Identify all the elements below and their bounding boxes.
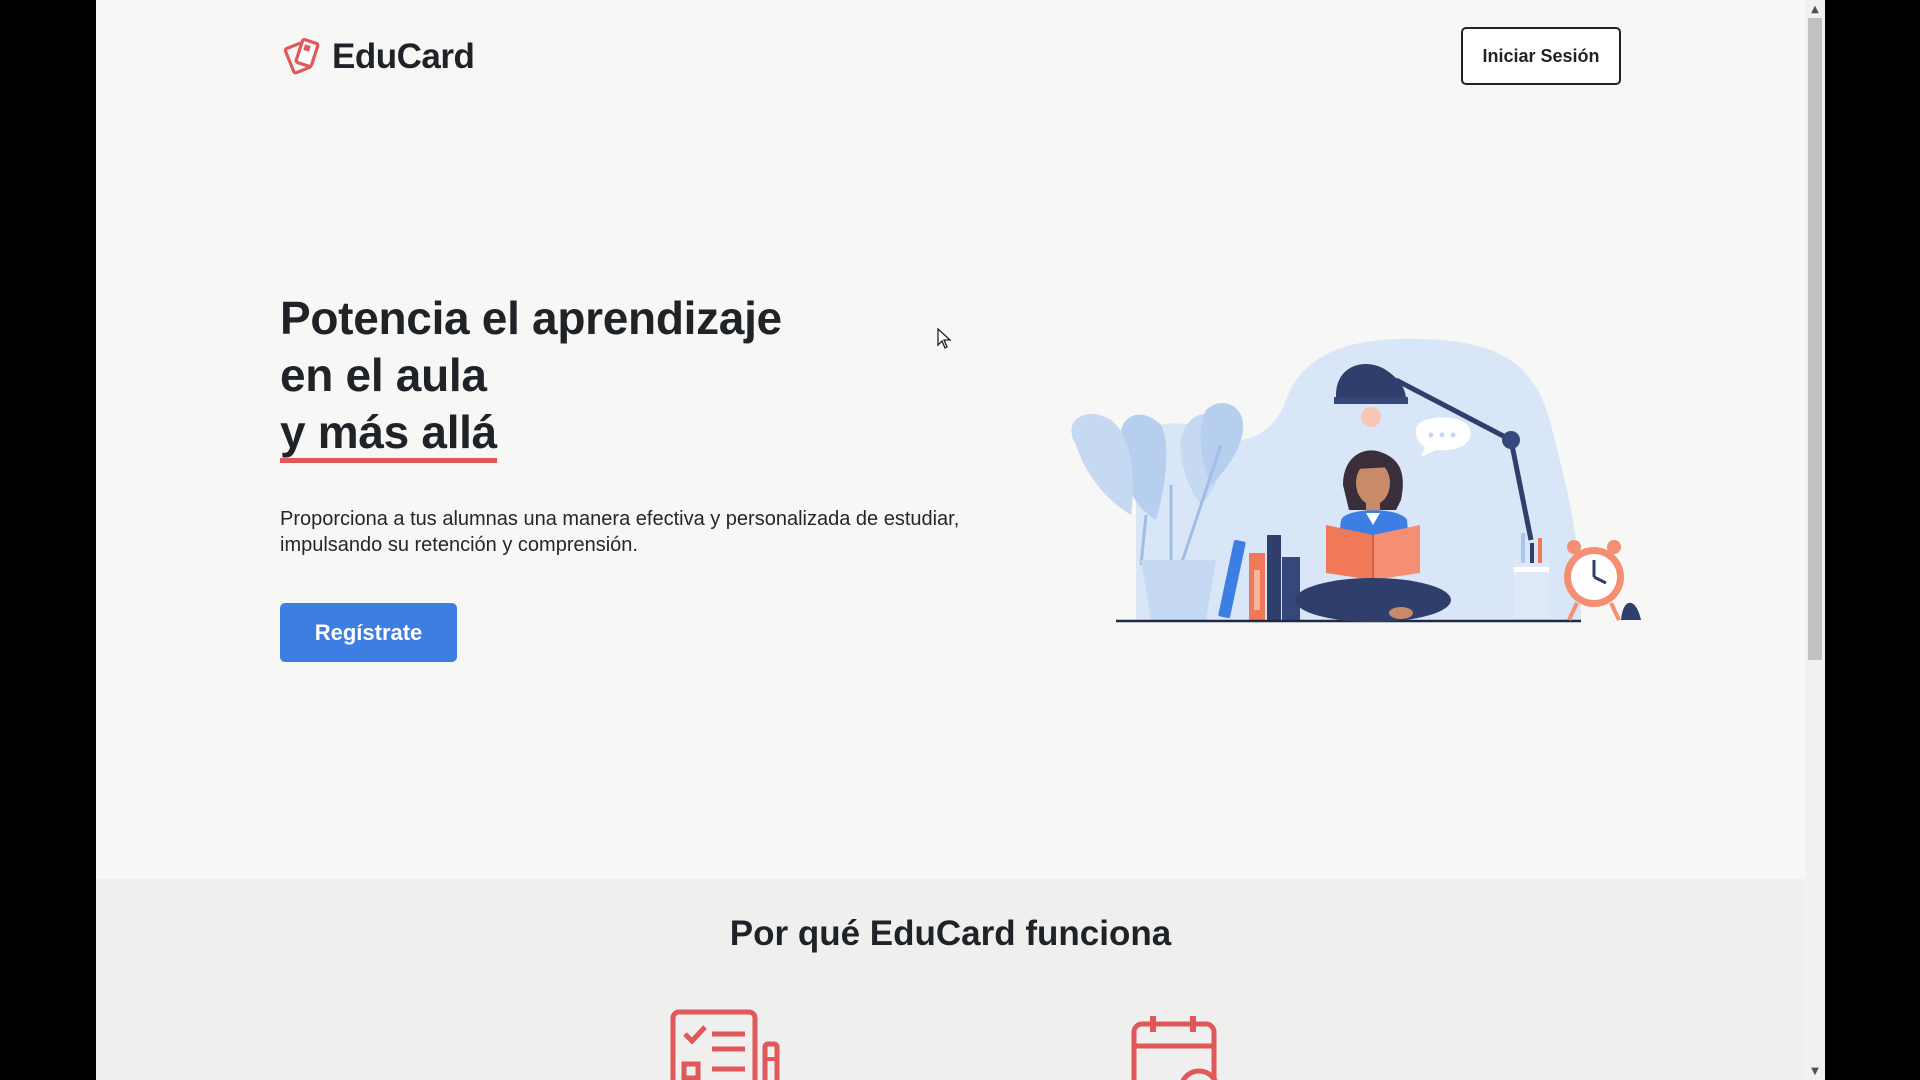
vertical-scrollbar[interactable]: ▲ ▼ <box>1805 0 1825 1080</box>
brand-logo[interactable]: EduCard <box>282 36 475 78</box>
top-navigation: EduCard Iniciar Sesión <box>96 0 1805 115</box>
hero-title-line-1: Potencia el aprendizaje <box>280 292 782 344</box>
features-section: Por qué EduCard funciona <box>96 879 1805 1080</box>
cards-logo-icon <box>283 38 320 75</box>
calendar-icon <box>1131 1016 1218 1080</box>
features-title: Por qué EduCard funciona <box>729 914 1172 953</box>
brand-name: EduCard <box>332 37 475 76</box>
hero-description: Proporciona a tus alumnas una manera efe… <box>280 508 960 556</box>
mouse-pointer-icon <box>937 328 952 349</box>
page: EduCard Iniciar Sesión Potencia el apren… <box>96 0 1805 1080</box>
student-reading-illustration <box>1071 338 1641 623</box>
login-button[interactable]: Iniciar Sesión <box>1461 27 1621 85</box>
hero-title-line-2: en el aula <box>280 349 487 401</box>
checklist-icon <box>670 1009 780 1080</box>
scrollbar-thumb[interactable] <box>1808 18 1822 660</box>
signup-button[interactable]: Regístrate <box>280 603 457 662</box>
hero-title: Potencia el aprendizaje en el aula y más… <box>280 290 782 463</box>
hero-title-line-3: y más allá <box>280 406 497 463</box>
chevron-down-icon[interactable]: ▼ <box>1805 1062 1825 1080</box>
chevron-up-icon[interactable]: ▲ <box>1805 0 1825 18</box>
browser-viewport: EduCard Iniciar Sesión Potencia el apren… <box>96 0 1825 1080</box>
